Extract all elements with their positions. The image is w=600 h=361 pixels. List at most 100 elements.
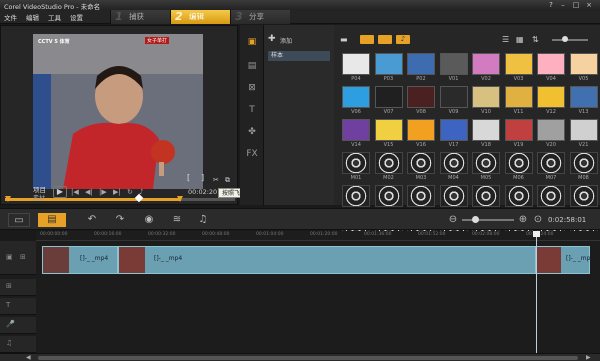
- media-thumbnail[interactable]: [504, 152, 533, 174]
- media-thumbnail[interactable]: [537, 119, 565, 141]
- media-thumbnail[interactable]: [374, 86, 403, 108]
- menu-file[interactable]: 文件: [4, 12, 17, 22]
- voice-track-header[interactable]: 🎤: [0, 317, 36, 334]
- thumb-size-handle[interactable]: [562, 36, 568, 42]
- close-button[interactable]: ×: [584, 1, 594, 9]
- media-thumbnail[interactable]: [537, 53, 565, 75]
- show-video-icon[interactable]: [360, 35, 374, 44]
- repeat-icon[interactable]: ↻: [127, 188, 133, 196]
- trim-end-marker[interactable]: [177, 196, 183, 202]
- media-thumbnail[interactable]: [472, 53, 500, 75]
- scroll-right-icon[interactable]: ▶: [586, 354, 591, 361]
- step-edit[interactable]: 2 编辑: [170, 10, 230, 24]
- auto-music-icon[interactable]: ♫: [196, 213, 210, 227]
- thumb-size-slider[interactable]: [552, 39, 588, 41]
- folder-item-samples[interactable]: 样本: [268, 51, 330, 61]
- step-capture[interactable]: 1 捕获: [110, 10, 170, 24]
- media-thumbnail[interactable]: [569, 53, 598, 75]
- media-thumbnail[interactable]: [374, 152, 403, 174]
- instant-project-icon[interactable]: ▤: [246, 61, 258, 71]
- media-thumbnail[interactable]: [374, 185, 403, 207]
- thumb-view-icon[interactable]: ▦: [516, 35, 524, 44]
- timecode-display[interactable]: 00:02:20: [188, 188, 217, 196]
- transition-icon[interactable]: ⊠: [246, 83, 258, 93]
- menu-settings[interactable]: 设置: [70, 12, 83, 22]
- playhead-line[interactable]: [536, 231, 537, 353]
- home-button[interactable]: |◀: [71, 188, 79, 196]
- storyboard-view-icon[interactable]: ▭: [8, 213, 30, 227]
- graphic-icon[interactable]: ✤: [246, 127, 258, 137]
- media-thumbnail[interactable]: [342, 86, 370, 108]
- media-thumbnail[interactable]: [569, 152, 598, 174]
- zoom-in-icon[interactable]: ⊕: [518, 213, 528, 227]
- timeline-view-icon[interactable]: ▤: [38, 213, 66, 227]
- media-thumbnail[interactable]: [537, 185, 565, 207]
- media-thumbnail[interactable]: [439, 53, 468, 75]
- sound-mixer-icon[interactable]: ≋: [170, 213, 184, 227]
- overlay-track-header[interactable]: ⊞: [0, 279, 36, 296]
- music-track-header[interactable]: ♫: [0, 336, 36, 353]
- media-thumbnail[interactable]: [569, 86, 598, 108]
- folder-browse-icon[interactable]: ▬: [340, 35, 348, 44]
- media-thumbnail[interactable]: [407, 86, 435, 108]
- zoom-handle[interactable]: [472, 216, 479, 223]
- show-audio-icon[interactable]: ♪: [396, 35, 410, 44]
- end-button[interactable]: ▶|: [113, 188, 121, 196]
- mode-clip[interactable]: 素材: [33, 193, 45, 202]
- timeline-scrollbar[interactable]: ◀ ▶: [0, 353, 600, 361]
- split-clip-icon[interactable]: ✂: [213, 176, 219, 184]
- media-thumbnail[interactable]: [407, 185, 435, 207]
- media-thumbnail[interactable]: [504, 86, 533, 108]
- media-thumbnail[interactable]: [407, 119, 435, 141]
- scroll-thumb[interactable]: [38, 356, 578, 360]
- media-thumbnail[interactable]: [374, 53, 403, 75]
- media-thumbnail[interactable]: [504, 53, 533, 75]
- media-thumbnail[interactable]: [504, 119, 533, 141]
- menu-edit[interactable]: 编辑: [26, 12, 39, 22]
- media-thumbnail[interactable]: [472, 119, 500, 141]
- media-thumbnail[interactable]: [342, 53, 370, 75]
- media-thumbnail[interactable]: [407, 53, 435, 75]
- zoom-slider[interactable]: [462, 219, 514, 221]
- scroll-left-icon[interactable]: ◀: [26, 354, 31, 361]
- timeline-ruler[interactable]: 00:00:00:00 00:00:16:00 00:00:32:00 00:00:4…: [36, 231, 600, 241]
- minimize-button[interactable]: –: [558, 1, 568, 9]
- maximize-button[interactable]: □: [571, 1, 581, 9]
- media-thumbnail[interactable]: [342, 119, 370, 141]
- media-thumbnail[interactable]: [439, 86, 468, 108]
- prev-frame-button[interactable]: ◀|: [85, 188, 93, 196]
- mark-out-button[interactable]: ]: [201, 173, 204, 182]
- media-thumbnail[interactable]: [439, 119, 468, 141]
- step-share[interactable]: 3 分享: [230, 10, 290, 24]
- media-thumbnail[interactable]: [569, 119, 598, 141]
- fit-project-icon[interactable]: ⊙: [532, 213, 544, 227]
- media-thumbnail[interactable]: [342, 152, 370, 174]
- media-thumbnail[interactable]: [374, 119, 403, 141]
- next-frame-button[interactable]: |▶: [99, 188, 107, 196]
- list-view-icon[interactable]: ☰: [502, 35, 509, 44]
- mark-in-button[interactable]: [: [187, 173, 190, 182]
- video-track-header[interactable]: ▣ ⊞: [0, 241, 36, 275]
- media-thumbnail[interactable]: [439, 152, 468, 174]
- menu-tools[interactable]: 工具: [48, 12, 61, 22]
- undo-icon[interactable]: ↶: [86, 213, 98, 227]
- title-text-icon[interactable]: T: [246, 105, 258, 115]
- zoom-out-icon[interactable]: ⊖: [448, 213, 458, 227]
- filter-fx-icon[interactable]: FX: [246, 149, 258, 159]
- video-preview[interactable]: CCTV 5 体育 女子单打: [33, 34, 203, 189]
- media-library-icon[interactable]: ▣: [246, 37, 258, 47]
- media-thumbnail[interactable]: [569, 185, 598, 207]
- title-track-header[interactable]: T: [0, 298, 36, 315]
- add-folder-icon[interactable]: ✚: [268, 34, 276, 44]
- enlarge-preview-icon[interactable]: ⧉: [225, 176, 230, 185]
- help-button[interactable]: ?: [546, 1, 556, 9]
- record-capture-icon[interactable]: ◉: [142, 213, 156, 227]
- media-thumbnail[interactable]: [472, 86, 500, 108]
- volume-icon[interactable]: ♪: [139, 188, 143, 196]
- show-photo-icon[interactable]: [378, 35, 392, 44]
- redo-icon[interactable]: ↷: [114, 213, 126, 227]
- add-folder-label[interactable]: 添加: [280, 36, 292, 45]
- play-button[interactable]: ▶: [53, 186, 67, 198]
- media-thumbnail[interactable]: [472, 185, 500, 207]
- media-thumbnail[interactable]: [439, 185, 468, 207]
